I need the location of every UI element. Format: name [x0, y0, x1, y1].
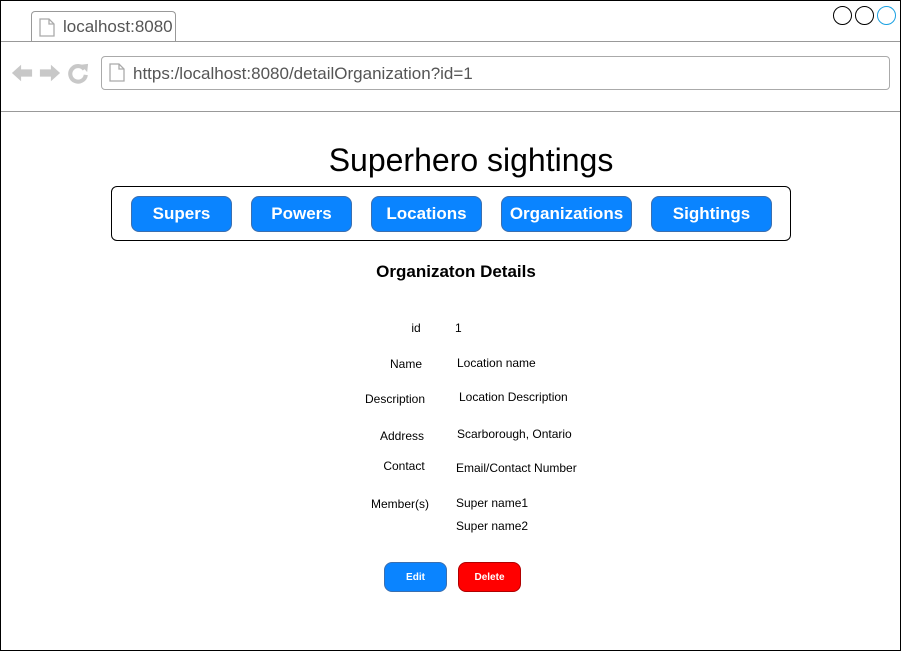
id-label: id: [411, 321, 421, 335]
forward-arrow-icon[interactable]: [39, 62, 61, 84]
address-value: Scarborough, Ontario: [457, 427, 572, 441]
member-item: Super name2: [456, 519, 529, 533]
contact-label: Contact: [383, 459, 425, 473]
page-icon: [109, 63, 125, 82]
main-nav: Supers Powers Locations Organizations Si…: [111, 186, 791, 241]
name-label: Name: [389, 357, 422, 371]
tab-bar: localhost:8080: [1, 1, 900, 42]
nav-powers-button[interactable]: Powers: [251, 196, 352, 232]
maximize-button[interactable]: [855, 6, 874, 25]
page-icon: [39, 18, 55, 37]
edit-button[interactable]: Edit: [384, 562, 447, 592]
description-label: Description: [364, 392, 426, 406]
back-arrow-icon[interactable]: [11, 62, 33, 84]
reload-icon[interactable]: [67, 62, 89, 84]
nav-organizations-button[interactable]: Organizations: [501, 196, 632, 232]
name-value: Location name: [457, 356, 536, 370]
description-value: Location Description: [459, 390, 568, 404]
address-label: Address: [379, 429, 425, 443]
nav-controls: [11, 62, 89, 84]
minimize-button[interactable]: [833, 6, 852, 25]
contact-value: Email/Contact Number: [456, 461, 577, 475]
browser-tab[interactable]: localhost:8080: [31, 11, 176, 41]
members-label: Member(s): [370, 497, 429, 511]
url-field[interactable]: https:/localhost:8080/detailOrganization…: [101, 56, 890, 90]
browser-window: localhost:8080 https:/localhost:8080/det…: [0, 0, 901, 651]
delete-button[interactable]: Delete: [458, 562, 521, 592]
nav-locations-button[interactable]: Locations: [371, 196, 482, 232]
address-bar-area: https:/localhost:8080/detailOrganization…: [1, 42, 900, 112]
member-item: Super name1: [456, 496, 529, 510]
close-button[interactable]: [877, 6, 896, 25]
window-controls: [833, 6, 896, 25]
nav-supers-button[interactable]: Supers: [131, 196, 232, 232]
id-value: 1: [455, 321, 462, 335]
url-text: https:/localhost:8080/detailOrganization…: [133, 64, 473, 83]
tab-title: localhost:8080: [63, 17, 173, 36]
page-title: Superhero sightings: [328, 142, 614, 178]
nav-sightings-button[interactable]: Sightings: [651, 196, 772, 232]
section-title: Organizaton Details: [376, 262, 536, 281]
